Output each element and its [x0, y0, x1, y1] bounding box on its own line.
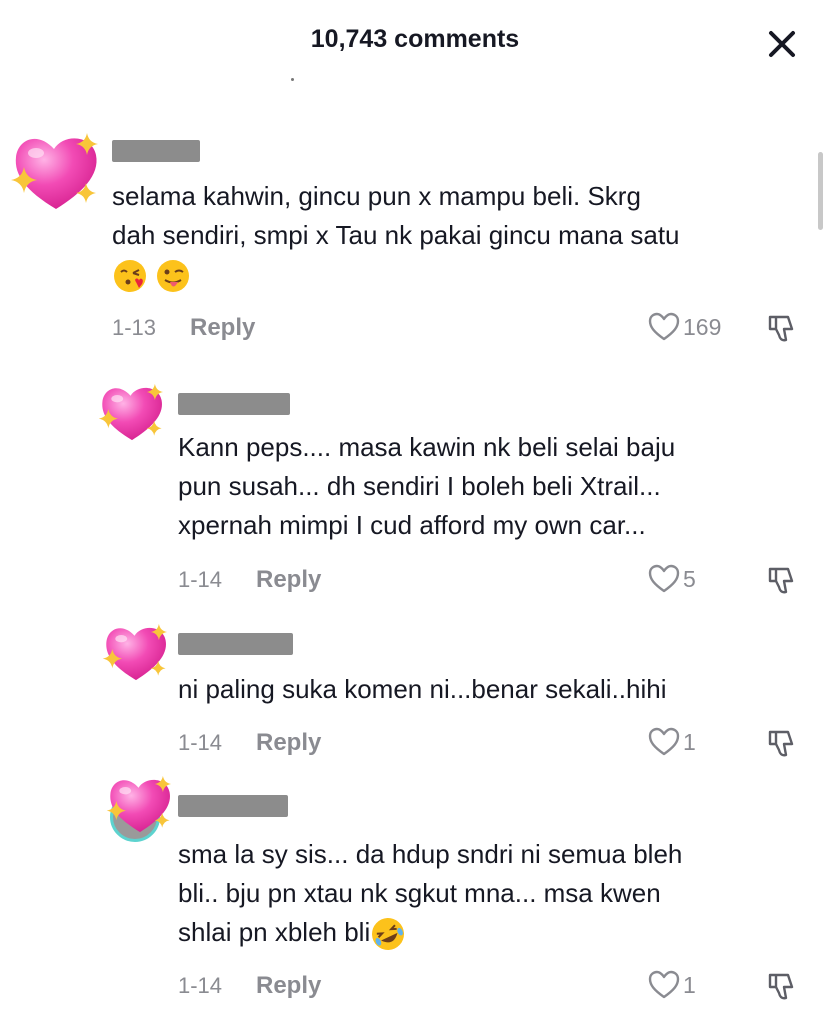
reply-button[interactable]: Reply [256, 566, 321, 594]
comment-line: shlai pn xbleh bli [178, 913, 406, 952]
comments-count-title: 10,743 comments [310, 25, 520, 53]
like-count: 5 [683, 565, 696, 592]
comment-date: 1-13 [112, 315, 157, 340]
winking-face-tongue-emoji [157, 260, 190, 293]
avatar[interactable] [104, 770, 176, 842]
like-button[interactable]: 1 [648, 727, 696, 757]
comment-date: 1-14 [178, 730, 223, 755]
avatar[interactable] [8, 125, 104, 217]
avatar[interactable] [96, 378, 168, 446]
like-count: 1 [683, 971, 696, 998]
comment-text: shlai pn xbleh bli [178, 917, 371, 947]
close-icon[interactable] [762, 24, 802, 64]
like-button[interactable]: 5 [648, 564, 696, 594]
like-count: 169 [683, 313, 722, 340]
username-redacted[interactable] [112, 140, 200, 162]
thumbs-down-icon[interactable] [766, 971, 798, 1003]
like-button[interactable]: 1 [648, 970, 696, 1000]
sparkling-heart-icon [102, 623, 168, 681]
scrollbar[interactable] [818, 152, 823, 230]
sparkling-heart-icon [11, 133, 98, 209]
comment-text: Kann peps.... masa kawin nk beli selai b… [178, 432, 676, 462]
thumbs-down-icon[interactable] [766, 565, 798, 597]
comment-text: selama kahwin, gincu pun x mampu beli. S… [112, 181, 641, 211]
heart-outline-icon [648, 312, 680, 341]
like-button[interactable]: 169 [648, 312, 721, 342]
thumbs-down-icon[interactable] [766, 313, 798, 345]
comment-date: 1-14 [178, 973, 223, 998]
sparkling-heart-icon [106, 775, 172, 833]
comment-text: pun susah... dh sendiri I boleh beli Xtr… [178, 471, 661, 501]
reply-button[interactable]: Reply [190, 314, 255, 342]
thumbs-down-icon[interactable] [766, 728, 798, 760]
comments-header: 10,743 comments [0, 0, 830, 90]
heart-outline-icon [648, 970, 680, 999]
header-dot [291, 78, 294, 81]
avatar[interactable] [100, 618, 172, 686]
sparkling-heart-icon [98, 383, 164, 441]
username-redacted[interactable] [178, 795, 288, 817]
reply-button[interactable]: Reply [256, 972, 321, 1000]
comment-date: 1-14 [178, 567, 223, 592]
face-blowing-kiss-emoji [114, 260, 146, 293]
heart-outline-icon [648, 564, 680, 593]
comment-text: ni paling suka komen ni...benar sekali..… [178, 674, 667, 704]
username-redacted[interactable] [178, 393, 290, 415]
comment-text: bli.. bju pn xtau nk sgkut mna... msa kw… [178, 878, 661, 908]
heart-outline-icon [648, 727, 680, 756]
like-count: 1 [683, 728, 696, 755]
comment-emojis [112, 255, 191, 294]
comment-text: dah sendiri, smpi x Tau nk pakai gincu m… [112, 220, 680, 250]
reply-button[interactable]: Reply [256, 729, 321, 757]
comment-text: xpernah mimpi I cud afford my own car... [178, 510, 646, 540]
comment-text: sma la sy sis... da hdup sndri ni semua … [178, 839, 683, 869]
rolling-on-floor-laughing-emoji [372, 918, 405, 951]
username-redacted[interactable] [178, 633, 293, 655]
